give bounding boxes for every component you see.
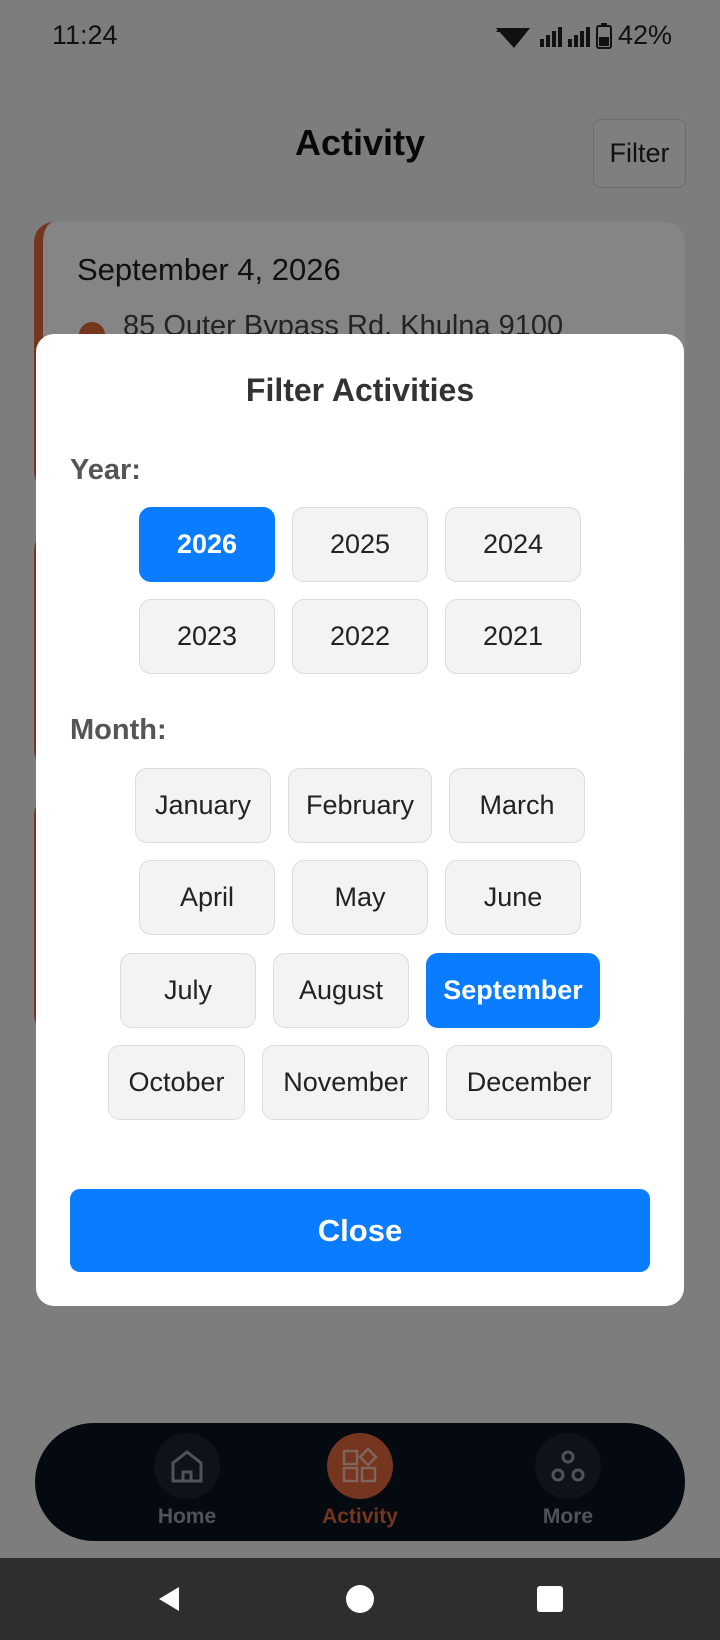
month-label: Month: [70, 714, 167, 746]
month-option-october[interactable]: October [108, 1045, 245, 1120]
year-option-2022[interactable]: 2022 [292, 599, 428, 674]
month-option-november[interactable]: November [262, 1045, 429, 1120]
filter-modal: Filter Activities Year: 2026 2025 2024 2… [36, 334, 684, 1306]
back-icon[interactable] [155, 1584, 185, 1614]
year-option-2025[interactable]: 2025 [292, 507, 428, 582]
modal-title: Filter Activities [245, 372, 475, 408]
recents-icon[interactable] [535, 1584, 565, 1614]
year-label: Year: [70, 454, 141, 486]
year-option-2026[interactable]: 2026 [139, 507, 275, 582]
month-option-april[interactable]: April [139, 860, 275, 935]
close-button[interactable]: Close [70, 1189, 650, 1272]
year-option-2021[interactable]: 2021 [445, 599, 581, 674]
month-option-march[interactable]: March [449, 768, 585, 843]
system-nav-bar [0, 1558, 720, 1640]
month-option-december[interactable]: December [446, 1045, 612, 1120]
home-button-icon[interactable] [345, 1584, 375, 1614]
year-option-2024[interactable]: 2024 [445, 507, 581, 582]
month-option-july[interactable]: July [120, 953, 256, 1028]
month-option-february[interactable]: February [288, 768, 432, 843]
month-option-september[interactable]: September [426, 953, 600, 1028]
month-option-august[interactable]: August [273, 953, 409, 1028]
month-option-may[interactable]: May [292, 860, 428, 935]
month-option-june[interactable]: June [445, 860, 581, 935]
year-option-2023[interactable]: 2023 [139, 599, 275, 674]
month-option-january[interactable]: January [135, 768, 271, 843]
